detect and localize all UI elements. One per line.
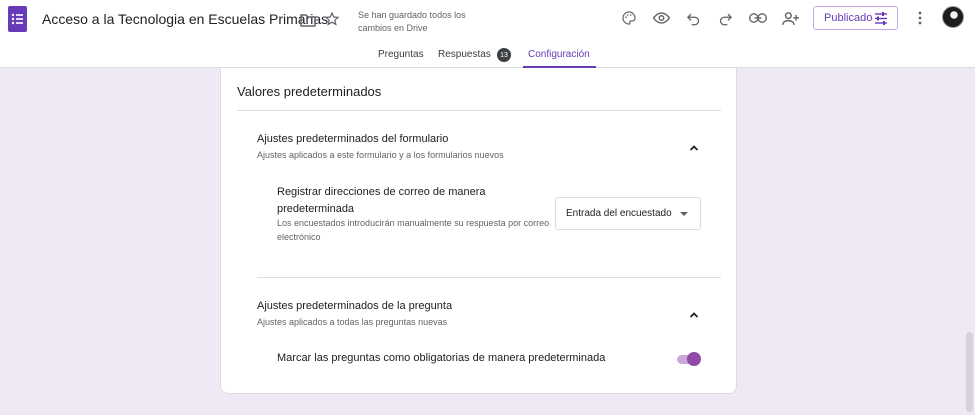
- defaults-card: Valores predeterminados Ajustes predeter…: [220, 68, 737, 394]
- publish-button[interactable]: Publicado: [813, 6, 898, 30]
- undo-icon[interactable]: [682, 7, 704, 29]
- required-toggle[interactable]: [675, 352, 701, 366]
- avatar[interactable]: [942, 6, 964, 28]
- tab-preguntas[interactable]: Preguntas: [378, 49, 424, 61]
- question-defaults-title: Ajustes predeterminados de la pregunta: [257, 300, 453, 312]
- required-setting-label: Marcar las preguntas como obligatorias d…: [277, 352, 606, 364]
- tune-icon: [874, 12, 888, 28]
- email-collection-select[interactable]: Entrada del encuestado: [555, 197, 701, 230]
- tab-bar: Preguntas Respuestas 13 Configuración: [0, 44, 975, 68]
- section-divider: [257, 277, 721, 278]
- preview-eye-icon[interactable]: [650, 7, 672, 29]
- toggle-thumb: [687, 352, 701, 366]
- folder-icon[interactable]: [297, 9, 319, 31]
- tab-respuestas[interactable]: Respuestas: [438, 49, 491, 61]
- link-icon[interactable]: [747, 7, 769, 29]
- top-bar: Acceso a la Tecnologia en Escuelas Prima…: [0, 0, 975, 68]
- add-collaborator-icon[interactable]: [779, 7, 801, 29]
- chevron-down-icon: [680, 212, 688, 216]
- email-setting-description: Los encuestados introducirán manualmente…: [277, 218, 550, 242]
- email-setting-label: Registrar direcciones de correo de maner…: [277, 186, 486, 215]
- page-scrollbar[interactable]: [966, 332, 973, 412]
- chevron-up-icon[interactable]: [687, 141, 701, 155]
- save-status: Se han guardado todos los cambios en Dri…: [358, 10, 466, 33]
- title-divider: [237, 110, 721, 111]
- document-title[interactable]: Acceso a la Tecnologia en Escuelas Prima…: [42, 10, 328, 28]
- redo-icon[interactable]: [714, 7, 736, 29]
- publish-label: Publicado: [824, 12, 873, 24]
- responses-count-badge: 13: [497, 48, 511, 62]
- more-vert-icon[interactable]: [909, 7, 931, 29]
- star-icon[interactable]: [321, 8, 343, 30]
- question-defaults-subtitle: Ajustes aplicados a todas las preguntas …: [257, 317, 448, 327]
- form-defaults-subtitle: Ajustes aplicados a este formulario y a …: [257, 150, 504, 160]
- chevron-up-icon[interactable]: [687, 308, 701, 322]
- form-defaults-title: Ajustes predeterminados del formulario: [257, 133, 449, 145]
- email-collection-value: Entrada del encuestado: [566, 208, 672, 219]
- tab-configuracion[interactable]: Configuración: [528, 49, 590, 61]
- palette-icon[interactable]: [618, 7, 640, 29]
- forms-logo-icon[interactable]: [8, 6, 27, 32]
- card-title: Valores predeterminados: [237, 84, 382, 99]
